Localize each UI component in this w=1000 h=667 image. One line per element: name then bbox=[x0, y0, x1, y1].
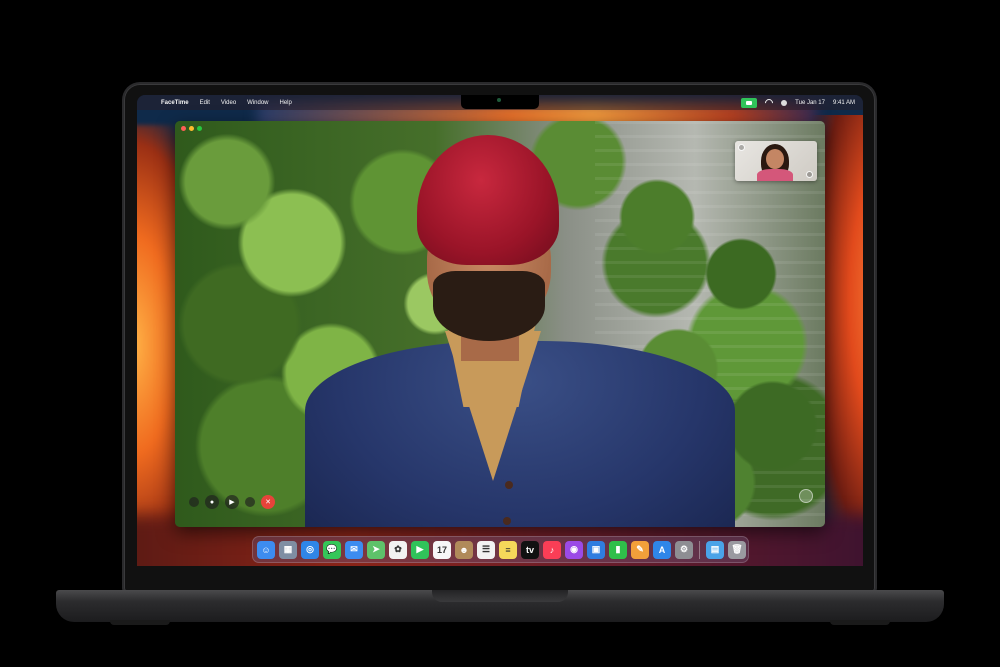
mail-glyph: ✉ bbox=[350, 544, 358, 554]
messages-glyph: 💬 bbox=[326, 544, 338, 554]
reminders-glyph: ☰ bbox=[481, 544, 491, 554]
pip-effects-icon[interactable] bbox=[738, 144, 745, 151]
music-glyph: ♪ bbox=[549, 544, 555, 555]
system-settings-icon[interactable]: ⚙ bbox=[675, 540, 693, 559]
dock-separator bbox=[699, 540, 700, 559]
window-traffic-lights bbox=[181, 126, 202, 131]
menu-bar-date[interactable]: Tue Jan 17 bbox=[795, 100, 825, 106]
downloads-folder-icon[interactable]: ▤ bbox=[706, 540, 724, 559]
facetime-glyph: ▶ bbox=[416, 544, 424, 554]
podcasts-glyph: ◉ bbox=[570, 544, 578, 554]
menu-window[interactable]: Window bbox=[247, 100, 268, 106]
menu-video[interactable]: Video bbox=[221, 100, 236, 106]
menu-app-name[interactable]: FaceTime bbox=[161, 100, 189, 106]
numbers-glyph: ▮ bbox=[615, 544, 621, 554]
app-store-icon[interactable]: A bbox=[653, 540, 671, 559]
calendar-icon[interactable]: 17 bbox=[433, 540, 451, 559]
maps-icon[interactable]: ➤ bbox=[367, 540, 385, 559]
keynote-icon[interactable]: ▣ bbox=[587, 540, 605, 559]
finder-glyph: ☺ bbox=[261, 544, 271, 555]
apple-tv-glyph: tv bbox=[525, 544, 534, 555]
remote-participant bbox=[175, 121, 825, 527]
sweater-button bbox=[505, 481, 513, 489]
launchpad-glyph: ▦ bbox=[283, 544, 293, 554]
fullscreen-icon[interactable] bbox=[799, 489, 813, 503]
self-view-pip[interactable] bbox=[735, 141, 817, 181]
numbers-icon[interactable]: ▮ bbox=[609, 540, 627, 559]
system-settings-glyph: ⚙ bbox=[679, 544, 689, 554]
keynote-glyph: ▣ bbox=[591, 544, 601, 554]
apple-tv-icon[interactable]: tv bbox=[521, 540, 539, 559]
mute-mic-icon[interactable]: ● bbox=[205, 495, 219, 509]
app-store-glyph: A bbox=[658, 544, 666, 555]
pages-icon[interactable]: ✎ bbox=[631, 540, 649, 559]
share-screen-icon[interactable] bbox=[245, 497, 255, 507]
downloads-folder-glyph: ▤ bbox=[710, 544, 720, 554]
screen: FaceTime Edit Video Window Help Tue Jan … bbox=[137, 95, 863, 566]
menu-help[interactable]: Help bbox=[280, 100, 292, 106]
pages-glyph: ✎ bbox=[636, 544, 644, 554]
menu-edit[interactable]: Edit bbox=[200, 100, 210, 106]
minimize-window-icon[interactable] bbox=[189, 126, 194, 131]
dock: ☺ ▦ ◎ 💬 ✉ ➤ ✿ ▶ 17 ☻ ☰ ≡ tv ♪ ◉ ▣ ▮ ✎ A ⚙ ▤ 🗑 bbox=[252, 536, 749, 563]
toggle-video-icon[interactable]: ▶ bbox=[225, 495, 239, 509]
launchpad-icon[interactable]: ▦ bbox=[279, 540, 297, 559]
zoom-window-icon[interactable] bbox=[197, 126, 202, 131]
facetime-window[interactable]: ● ▶ ✕ bbox=[175, 121, 825, 527]
sidebar-toggle-icon[interactable] bbox=[189, 497, 199, 507]
menu-bar-extras: Tue Jan 17 9:41 AM bbox=[741, 95, 855, 476]
mail-icon[interactable]: ✉ bbox=[345, 540, 363, 559]
wifi-icon[interactable] bbox=[763, 96, 775, 109]
close-window-icon[interactable] bbox=[181, 126, 186, 131]
finder-icon[interactable]: ☺ bbox=[257, 540, 275, 559]
menu-bar-time[interactable]: 9:41 AM bbox=[833, 100, 855, 106]
end-call-icon[interactable]: ✕ bbox=[261, 495, 275, 509]
safari-icon[interactable]: ◎ bbox=[301, 540, 319, 559]
facetime-icon[interactable]: ▶ bbox=[411, 540, 429, 559]
reminders-icon[interactable]: ☰ bbox=[477, 540, 495, 559]
pip-portrait-icon[interactable] bbox=[806, 171, 813, 178]
calendar-glyph: 17 bbox=[436, 544, 447, 555]
notes-icon[interactable]: ≡ bbox=[499, 540, 517, 559]
safari-glyph: ◎ bbox=[306, 544, 314, 554]
camera-notch bbox=[461, 95, 539, 109]
trash-glyph: 🗑 bbox=[731, 544, 743, 554]
notes-glyph: ≡ bbox=[505, 544, 511, 555]
participant-beard bbox=[433, 271, 545, 341]
macbook-opening-notch bbox=[432, 590, 568, 602]
maps-glyph: ➤ bbox=[372, 544, 380, 554]
macbook-foot-left bbox=[110, 620, 170, 625]
music-icon[interactable]: ♪ bbox=[543, 540, 561, 559]
participant-turban bbox=[417, 135, 559, 265]
user-icon[interactable] bbox=[781, 99, 788, 106]
contacts-glyph: ☻ bbox=[459, 544, 469, 555]
camera-indicator-icon bbox=[497, 98, 501, 102]
facetime-video-status-icon[interactable] bbox=[741, 97, 758, 108]
sweater-button bbox=[503, 517, 511, 525]
podcasts-icon[interactable]: ◉ bbox=[565, 540, 583, 559]
call-controls: ● ▶ ✕ bbox=[189, 495, 275, 509]
macbook-foot-right bbox=[830, 620, 890, 625]
photos-icon[interactable]: ✿ bbox=[389, 540, 407, 559]
messages-icon[interactable]: 💬 bbox=[323, 540, 341, 559]
photos-glyph: ✿ bbox=[394, 544, 402, 554]
contacts-icon[interactable]: ☻ bbox=[455, 540, 473, 559]
trash-icon[interactable]: 🗑 bbox=[728, 540, 746, 559]
